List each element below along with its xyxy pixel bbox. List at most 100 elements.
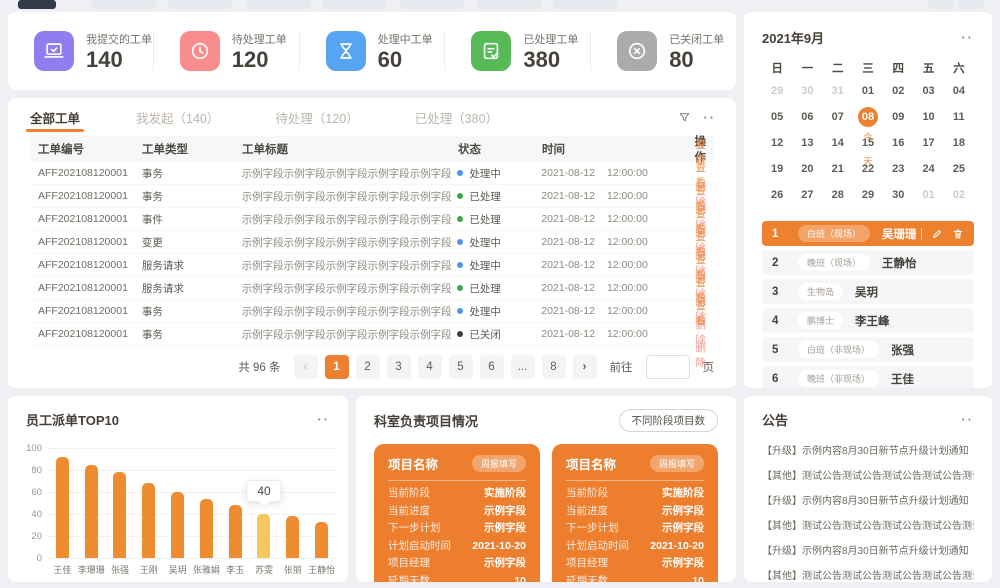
calendar-day[interactable]: 22	[853, 157, 883, 183]
calendar-day[interactable]: 07	[823, 105, 853, 131]
tag-tab[interactable]	[247, 0, 311, 9]
shift-item[interactable]: 3生物岛吴玥	[762, 279, 974, 304]
tag-tool[interactable]	[928, 0, 954, 9]
tag-tab[interactable]	[477, 0, 541, 9]
tag-tab[interactable]	[400, 0, 464, 9]
calendar-day[interactable]: 21	[823, 157, 853, 183]
page-button[interactable]: 1	[325, 355, 349, 379]
calendar-day[interactable]: 27	[792, 183, 822, 209]
notice-item[interactable]: 【其他】测试公告测试公告测试公告测试公告测试公告	[762, 564, 974, 582]
notice-item[interactable]: 【升级】示例内容8月30日新节点升级计划通知	[762, 439, 974, 464]
bar[interactable]	[257, 514, 270, 558]
trash-icon[interactable]	[952, 228, 964, 240]
calendar-day[interactable]: 05	[762, 105, 792, 131]
bar[interactable]	[56, 457, 69, 558]
calendar-day[interactable]: 17	[913, 131, 943, 157]
page-button[interactable]: 6	[480, 355, 504, 379]
tab-我发起（140）[interactable]: 我发起（140）	[136, 98, 219, 136]
notice-item[interactable]: 【升级】示例内容8月30日新节点升级计划通知	[762, 539, 974, 564]
status-dot	[457, 216, 463, 222]
calendar-day[interactable]: 02	[883, 79, 913, 105]
page-button[interactable]: 4	[418, 355, 442, 379]
notice-item[interactable]: 【其他】测试公告测试公告测试公告测试公告测试公告	[762, 464, 974, 489]
calendar-day[interactable]: 06	[792, 105, 822, 131]
calendar-day[interactable]: 01	[913, 183, 943, 209]
calendar-day[interactable]: 08今天	[853, 105, 883, 131]
tab-全部工单[interactable]: 全部工单	[30, 98, 80, 136]
shift-item[interactable]: 1白班（现场）吴珊珊	[762, 221, 974, 246]
calendar-day[interactable]: 28	[823, 183, 853, 209]
shift-item[interactable]: 5白班（非现场）张强	[762, 337, 974, 362]
calendar-day[interactable]: 01	[853, 79, 883, 105]
tag-tab-active[interactable]	[18, 0, 56, 9]
calendar-day[interactable]: 26	[762, 183, 792, 209]
calendar-day[interactable]: 09	[883, 105, 913, 131]
calendar-day[interactable]: 03	[913, 79, 943, 105]
filter-icon[interactable]	[678, 111, 691, 124]
weekly-report-tag[interactable]: 周报填写	[650, 455, 704, 472]
shift-item[interactable]: 4鹏博士李王峰	[762, 308, 974, 333]
calendar-day[interactable]: 31	[823, 79, 853, 105]
calendar-day[interactable]: 02	[944, 183, 974, 209]
bar[interactable]	[229, 505, 242, 558]
calendar-day[interactable]: 10	[913, 105, 943, 131]
bar[interactable]	[142, 483, 155, 558]
tag-tab[interactable]	[92, 0, 156, 9]
calendar-day[interactable]: 15	[853, 131, 883, 157]
project-name: 项目名称	[388, 454, 438, 473]
more-icon[interactable]: ··	[703, 111, 716, 124]
calendar-day[interactable]: 04	[944, 79, 974, 105]
calendar-day[interactable]: 24	[913, 157, 943, 183]
status-dot	[457, 239, 463, 245]
bar[interactable]	[286, 516, 299, 558]
calendar-day[interactable]: 18	[944, 131, 974, 157]
project-card: 项目名称周报填写当前阶段实施阶段当前进度示例字段下一步计划示例字段计划启动时间2…	[374, 444, 540, 582]
view-link[interactable]: 查看	[696, 300, 707, 327]
page-button[interactable]: 8	[542, 355, 566, 379]
shift-item[interactable]: 2晚班（现场）王静怡	[762, 250, 974, 275]
calendar-day[interactable]: 11	[944, 105, 974, 131]
bar[interactable]	[85, 465, 98, 559]
calendar-day[interactable]: 19	[762, 157, 792, 183]
calendar-day[interactable]: 25	[944, 157, 974, 183]
order-type: 事务	[142, 304, 242, 319]
more-icon[interactable]: ··	[961, 413, 974, 426]
bar[interactable]	[113, 472, 126, 558]
notice-item[interactable]: 【升级】示例内容8月30日新节点升级计划通知	[762, 489, 974, 514]
calendar-day[interactable]: 16	[883, 131, 913, 157]
more-icon[interactable]: ··	[961, 31, 974, 44]
tag-tab[interactable]	[553, 0, 617, 9]
edit-icon[interactable]	[931, 228, 943, 240]
calendar-day[interactable]: 29	[853, 183, 883, 209]
next-page-button[interactable]: ›	[573, 355, 597, 379]
tag-tab[interactable]	[168, 0, 232, 9]
calendar-title: 2021年9月	[762, 28, 824, 47]
bar[interactable]	[171, 492, 184, 558]
page-button[interactable]: ...	[511, 355, 535, 379]
weekly-report-tag[interactable]: 周报填写	[472, 455, 526, 472]
page-button[interactable]: 5	[449, 355, 473, 379]
table-row: AFF202108120001事务示例字段示例字段示例字段示例字段示例字段处理中…	[30, 300, 714, 323]
calendar-day[interactable]: 23	[883, 157, 913, 183]
calendar-day[interactable]: 29	[762, 79, 792, 105]
calendar-day[interactable]: 14	[823, 131, 853, 157]
calendar-day[interactable]: 13	[792, 131, 822, 157]
calendar-day[interactable]: 30	[792, 79, 822, 105]
page-button[interactable]: 3	[387, 355, 411, 379]
shift-item[interactable]: 6晚班（非现场）王佳	[762, 366, 974, 388]
calendar-day[interactable]: 30	[883, 183, 913, 209]
notice-item[interactable]: 【其他】测试公告测试公告测试公告测试公告测试公告	[762, 514, 974, 539]
x-tick-label: 李玉	[221, 563, 250, 576]
stage-count-button[interactable]: 不同阶段项目数	[619, 409, 719, 432]
bar[interactable]	[315, 522, 328, 558]
page-button[interactable]: 2	[356, 355, 380, 379]
prev-page-button[interactable]: ‹	[294, 355, 318, 379]
bar[interactable]	[200, 499, 213, 558]
tab-待处理（120）[interactable]: 待处理（120）	[275, 98, 358, 136]
tag-tab[interactable]	[322, 0, 386, 9]
tab-已处理（380）[interactable]: 已处理（380）	[415, 98, 498, 136]
tag-tool[interactable]	[958, 0, 984, 9]
calendar-day[interactable]: 20	[792, 157, 822, 183]
calendar-day[interactable]: 12	[762, 131, 792, 157]
page-goto-input[interactable]	[646, 355, 690, 379]
